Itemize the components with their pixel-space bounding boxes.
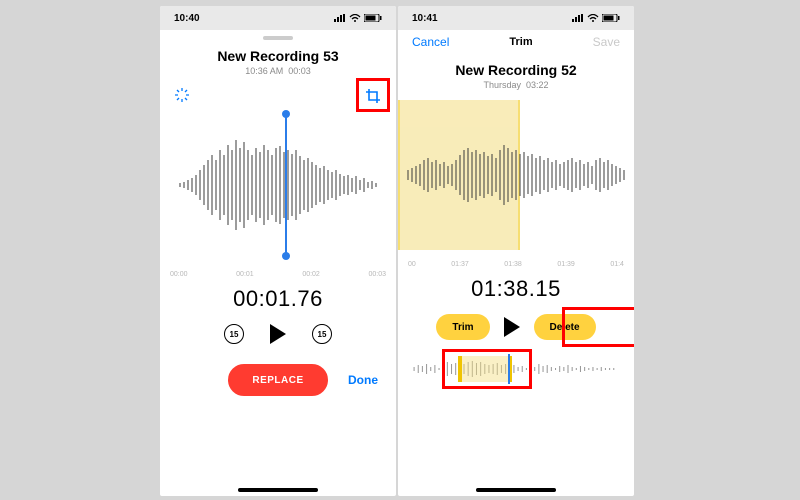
replace-button[interactable]: REPLACE (228, 364, 328, 396)
current-time: 00:01.76 (160, 286, 396, 312)
waveform-area[interactable]: 00:00 00:01 00:02 00:03 (160, 110, 396, 280)
status-time: 10:41 (412, 13, 438, 24)
trim-button[interactable]: Trim (436, 314, 489, 340)
home-indicator[interactable] (238, 488, 318, 492)
cancel-button[interactable]: Cancel (412, 35, 449, 49)
wifi-icon (587, 14, 599, 22)
wifi-icon (349, 14, 361, 22)
title-block: New Recording 52 Thursday 03:22 (398, 62, 634, 90)
current-time: 01:38.15 (398, 276, 634, 302)
recording-title: New Recording 52 (398, 62, 634, 78)
save-button: Save (593, 35, 620, 49)
timeline-ticks: 00 01:37 01:38 01:39 01:4 (408, 261, 624, 268)
status-bar: 10:41 (398, 6, 634, 30)
phone-left-edit: 10:40 New Recording 53 10:36 AM 00:03 (160, 6, 396, 496)
skip-back-button[interactable]: 15 (224, 324, 244, 344)
enhance-icon[interactable] (174, 87, 190, 106)
signal-icon (572, 14, 584, 22)
recording-title: New Recording 53 (160, 48, 396, 64)
playhead[interactable] (285, 114, 287, 256)
sheet-grabber[interactable] (263, 36, 293, 40)
annotation-highlight-crop (356, 78, 390, 112)
trim-controls: Trim Delete (398, 314, 634, 340)
battery-icon (602, 14, 620, 22)
waveform (160, 120, 396, 250)
home-indicator[interactable] (476, 488, 556, 492)
playback-controls: 15 15 (160, 324, 396, 344)
skip-forward-button[interactable]: 15 (312, 324, 332, 344)
battery-icon (364, 14, 382, 22)
done-button[interactable]: Done (348, 373, 378, 387)
title-block: New Recording 53 10:36 AM 00:03 (160, 48, 396, 76)
status-icons (572, 14, 620, 22)
nav-bar: Cancel Trim Save (398, 30, 634, 54)
recording-subtitle: 10:36 AM 00:03 (160, 66, 396, 76)
status-time: 10:40 (174, 13, 200, 24)
nav-title: Trim (449, 36, 592, 48)
annotation-highlight-delete (562, 307, 634, 347)
timeline-ticks: 00:00 00:01 00:02 00:03 (170, 271, 386, 278)
recording-subtitle: Thursday 03:22 (398, 80, 634, 90)
waveform-area[interactable]: 00 01:37 01:38 01:39 01:4 (398, 100, 634, 270)
status-icons (334, 14, 382, 22)
waveform (398, 110, 634, 240)
play-button[interactable] (504, 317, 520, 337)
phone-right-trim: 10:41 Cancel Trim Save New Recording 52 … (398, 6, 634, 496)
status-bar: 10:40 (160, 6, 396, 30)
annotation-highlight-scrubber (442, 349, 532, 389)
play-button[interactable] (270, 324, 286, 344)
signal-icon (334, 14, 346, 22)
